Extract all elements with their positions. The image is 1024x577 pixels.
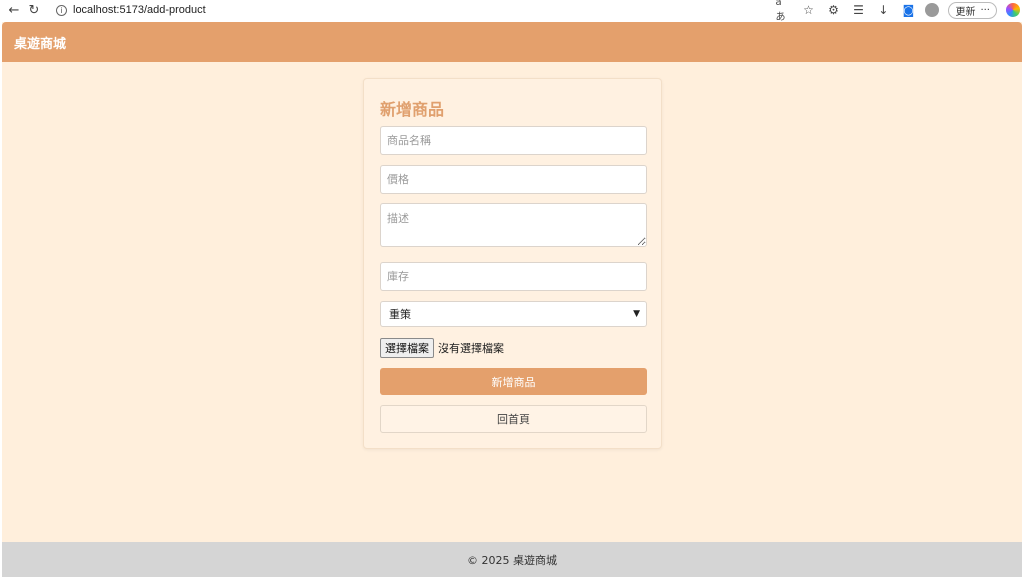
add-product-form: 新增商品 重策 ▼ 選擇檔案 沒有選擇檔案 新增商品 回首頁 xyxy=(363,78,662,449)
site-title[interactable]: 桌遊商城 xyxy=(14,33,66,52)
favorite-star-icon[interactable]: ☆ xyxy=(800,2,816,18)
address-url: localhost:5173/add-product xyxy=(73,4,206,16)
form-title: 新增商品 xyxy=(380,100,445,119)
back-arrow-icon[interactable]: ← xyxy=(4,0,24,20)
copilot-icon[interactable] xyxy=(1006,3,1020,17)
edge-collections-icon[interactable]: ◙ xyxy=(900,2,916,18)
page-viewport: 桌遊商城 新增商品 重策 ▼ 選擇檔案 沒有選擇檔案 新增商品 回首頁 © 20… xyxy=(2,22,1022,577)
read-aloud-icon[interactable]: aあ xyxy=(775,0,791,23)
favorites-list-icon[interactable]: ☰ xyxy=(850,2,866,18)
category-selected-value: 重策 xyxy=(389,308,411,321)
back-home-button[interactable]: 回首頁 xyxy=(380,405,647,433)
product-name-input[interactable] xyxy=(380,126,647,155)
browser-tools: aあ ☆ ⚙ ☰ ↓ ◙ 更新 ··· xyxy=(775,0,1020,23)
app-header: 桌遊商城 xyxy=(2,22,1022,62)
site-info-icon[interactable]: i xyxy=(56,4,67,16)
update-label: 更新 xyxy=(955,6,976,18)
address-bar[interactable]: i localhost:5173/add-product xyxy=(50,1,810,19)
chevron-down-icon: ▼ xyxy=(633,309,640,319)
browser-toolbar: ← ↻ i localhost:5173/add-product aあ ☆ ⚙ … xyxy=(0,0,1024,23)
file-upload-row: 選擇檔案 沒有選擇檔案 xyxy=(380,338,504,358)
description-textarea[interactable] xyxy=(380,203,647,247)
extensions-icon[interactable]: ⚙ xyxy=(825,2,841,18)
page-footer: © 2025 桌遊商城 xyxy=(2,542,1022,577)
reload-icon[interactable]: ↻ xyxy=(24,0,44,20)
profile-avatar-icon[interactable] xyxy=(925,3,940,17)
footer-copyright: © 2025 桌遊商城 xyxy=(467,553,557,567)
add-product-button[interactable]: 新增商品 xyxy=(380,368,647,395)
choose-file-button[interactable]: 選擇檔案 xyxy=(380,338,434,358)
stock-input[interactable] xyxy=(380,262,647,291)
file-status-text: 沒有選擇檔案 xyxy=(438,342,504,355)
more-menu-icon[interactable]: ··· xyxy=(980,5,990,16)
price-input[interactable] xyxy=(380,165,647,194)
update-button[interactable]: 更新 ··· xyxy=(948,1,997,19)
category-select[interactable]: 重策 ▼ xyxy=(380,301,647,327)
downloads-icon[interactable]: ↓ xyxy=(875,2,891,18)
